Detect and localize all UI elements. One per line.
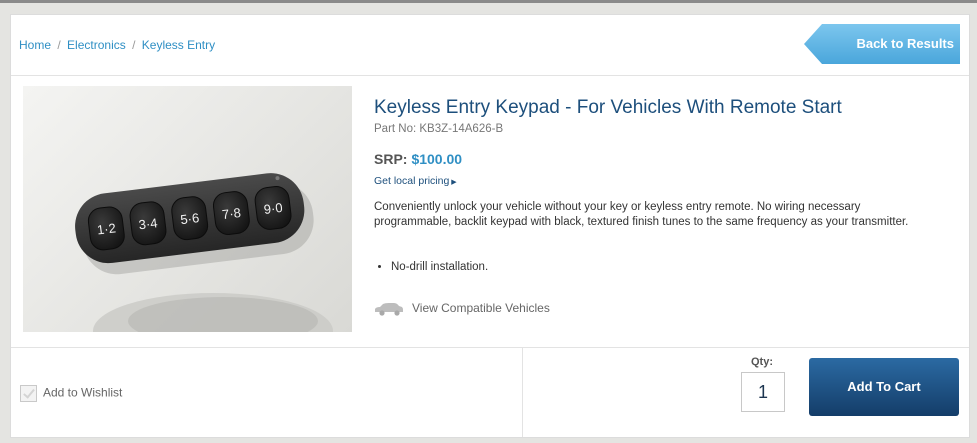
keypad-key-label: 9·0 — [263, 200, 283, 217]
top-border — [0, 0, 977, 3]
part-number: Part No: KB3Z-14A626-B — [374, 123, 504, 135]
qty-label: Qty: — [751, 356, 773, 368]
srp-label: SRP: — [374, 151, 408, 167]
view-compatible-vehicles-link[interactable]: View Compatible Vehicles — [374, 301, 550, 316]
breadcrumb-separator: / — [132, 38, 136, 52]
back-to-results-label: Back to Results — [856, 36, 954, 51]
breadcrumb-keyless-entry[interactable]: Keyless Entry — [142, 38, 215, 52]
product-title: Keyless Entry Keypad - For Vehicles With… — [374, 97, 842, 118]
keypad-key-label: 3·4 — [138, 215, 158, 232]
quantity-input[interactable] — [741, 372, 785, 412]
checkbox-icon[interactable] — [20, 385, 37, 402]
view-compatible-vehicles-label: View Compatible Vehicles — [412, 301, 550, 315]
breadcrumb: Home / Electronics / Keyless Entry — [19, 38, 215, 52]
keypad-key-label: 7·8 — [221, 205, 241, 222]
add-to-cart-button[interactable]: Add To Cart — [809, 358, 959, 416]
product-image[interactable]: 1·2 3·4 5·6 7·8 9·0 — [23, 86, 352, 332]
srp-price-row: SRP: $100.00 — [374, 151, 462, 167]
add-to-wishlist[interactable]: Add to Wishlist — [20, 385, 122, 402]
product-description: Conveniently unlock your vehicle without… — [374, 201, 909, 228]
breadcrumb-separator: / — [57, 38, 61, 52]
srp-price: $100.00 — [411, 151, 463, 167]
divider — [11, 347, 969, 348]
get-local-pricing-label: Get local pricing — [374, 175, 450, 187]
keypad-key-label: 5·6 — [180, 210, 200, 227]
keypad-photo: 1·2 3·4 5·6 7·8 9·0 — [75, 173, 333, 332]
breadcrumb-home[interactable]: Home — [19, 38, 51, 52]
divider — [11, 75, 969, 76]
feature-list: No-drill installation. — [374, 261, 488, 273]
back-to-results-button[interactable]: Back to Results — [804, 24, 960, 64]
get-local-pricing-link[interactable]: Get local pricing ▶ — [374, 175, 457, 187]
triangle-right-icon: ▶ — [451, 179, 457, 186]
add-to-wishlist-label: Add to Wishlist — [43, 385, 123, 400]
keypad-key-label: 1·2 — [96, 220, 116, 237]
car-icon — [375, 302, 403, 316]
product-card: Home / Electronics / Keyless Entry Back … — [10, 14, 970, 438]
list-item: No-drill installation. — [391, 261, 488, 273]
divider — [522, 348, 523, 437]
breadcrumb-electronics[interactable]: Electronics — [67, 38, 126, 52]
